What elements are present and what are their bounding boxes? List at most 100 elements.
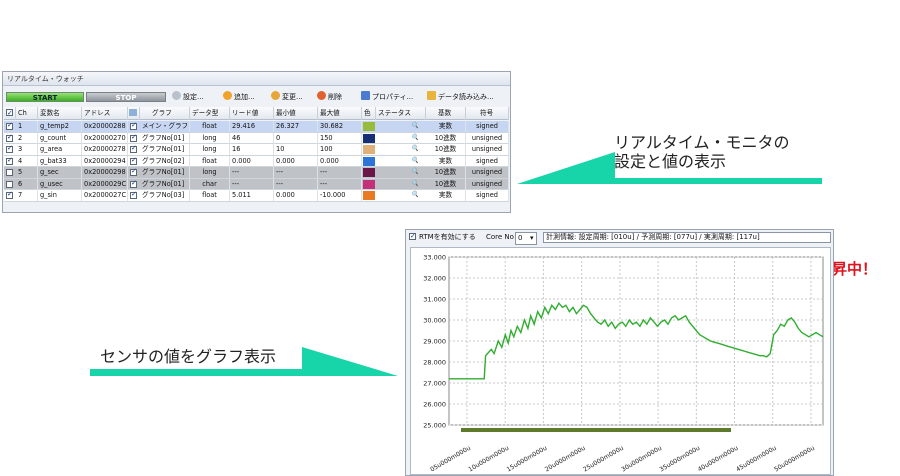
properties-button[interactable]: プロパティ... <box>361 91 413 104</box>
status-search-icon[interactable]: 🔍 <box>411 134 418 141</box>
cell-read: --- <box>230 178 274 190</box>
add-icon <box>223 91 232 100</box>
cell-var: g_bat33 <box>38 155 82 167</box>
row-enable-checkbox[interactable] <box>6 180 13 188</box>
import-data-button[interactable]: データ読み込み... <box>427 91 494 104</box>
cell-addr: 0x20000294 <box>82 155 128 167</box>
status-search-icon[interactable]: 🔍 <box>411 145 418 152</box>
color-swatch[interactable] <box>363 179 375 189</box>
color-swatch[interactable] <box>363 168 375 177</box>
color-swatch[interactable] <box>363 156 375 166</box>
table-row[interactable]: 1g_temp20x20000288 メイン・グラフfloat29.41626.3… <box>4 121 509 133</box>
add-button[interactable]: 追加... <box>223 91 255 104</box>
core-no-select[interactable]: 0 ▾ <box>515 232 537 245</box>
table-row[interactable]: 4g_bat330x20000294グラフNo[02]float0.0000.0… <box>4 155 509 167</box>
cell-var: g_sin <box>38 190 82 201</box>
table-row[interactable]: 6g_usec0x2000029CグラフNo[01]char---------1… <box>4 178 509 190</box>
cell-radix: 10進数 <box>426 167 466 178</box>
cell-sign: signed <box>466 121 509 132</box>
cell-radix: 実数 <box>426 190 466 201</box>
rtm-enable-toggle[interactable]: RTMを有効にする <box>409 231 476 243</box>
watch-toolbar: START STOP 設定... 追加... 変更... 削除 プロパティ...… <box>3 89 510 106</box>
row-graph-checkbox[interactable] <box>130 156 137 165</box>
header-status[interactable]: ステータス <box>376 107 426 120</box>
chevron-down-icon: ▾ <box>530 234 534 242</box>
color-swatch[interactable] <box>363 133 375 143</box>
select-all-checkbox[interactable] <box>6 107 13 120</box>
cell-min: 0.000 <box>274 155 318 167</box>
row-graph-checkbox[interactable] <box>130 190 137 199</box>
graph-icon <box>129 109 137 116</box>
table-row[interactable]: 3g_area0x20000278 グラフNo[01]long1610100 10進… <box>4 144 509 156</box>
cell-type: char <box>190 178 230 190</box>
row-enable-checkbox[interactable] <box>6 144 13 153</box>
row-enable-checkbox[interactable] <box>6 121 13 130</box>
header-max[interactable]: 最大値 <box>318 107 362 120</box>
row-graph-checkbox[interactable] <box>130 144 137 153</box>
cell-addr: 0x20000288 <box>82 121 128 132</box>
settings-button[interactable]: 設定... <box>172 91 204 104</box>
y-tick-label: 27.000 <box>423 380 446 388</box>
row-enable-checkbox[interactable] <box>6 133 13 142</box>
cell-var: g_count <box>38 132 82 144</box>
cell-sign: unsigned <box>466 132 509 144</box>
row-graph-checkbox[interactable] <box>130 179 137 188</box>
header-sign[interactable]: 符号 <box>466 107 509 120</box>
y-tick-label: 30.000 <box>423 317 446 325</box>
row-enable-checkbox[interactable] <box>6 190 13 199</box>
rtm-enable-checkbox[interactable] <box>409 231 416 242</box>
header-read[interactable]: リード値 <box>230 107 274 120</box>
cell-type: long <box>190 132 230 144</box>
cell-addr: 0x2000029C <box>84 178 128 190</box>
y-tick-label: 33.000 <box>423 254 446 262</box>
table-row[interactable]: 2g_count0x20000270 グラフNo[01]long460150 10進… <box>4 132 509 144</box>
cell-max: --- <box>318 167 362 178</box>
monitor-callout-arrow <box>517 152 822 184</box>
cell-ch: 6 <box>16 178 38 190</box>
cell-min: 0 <box>274 132 318 144</box>
cell-min: --- <box>274 167 318 178</box>
header-color[interactable]: 色 <box>362 107 376 120</box>
row-graph-checkbox[interactable] <box>130 133 137 142</box>
header-var[interactable]: 変数名 <box>38 107 82 120</box>
table-row[interactable]: 7g_sin0x2000027C グラフNo[03]float5.0110.000… <box>4 190 509 202</box>
row-enable-checkbox[interactable] <box>6 156 13 165</box>
folder-icon <box>427 91 436 100</box>
watch-table-header: Ch 変数名 アドレス グラフ データ型 リード値 最小値 最大値 色 ステータ… <box>4 107 509 120</box>
row-graph-checkbox[interactable] <box>130 121 137 130</box>
status-search-icon[interactable]: 🔍 <box>411 157 418 164</box>
header-min[interactable]: 最小値 <box>274 107 318 120</box>
cell-type: long <box>190 144 230 155</box>
graph-plot-area: 33.000 32.000 31.000 30.000 29.000 28.000 27.0… <box>410 247 831 475</box>
x-tick-label: 05u000m000u <box>429 445 472 474</box>
color-swatch[interactable] <box>363 145 375 154</box>
color-swatch[interactable] <box>363 191 375 200</box>
row-graph-checkbox[interactable] <box>130 167 137 176</box>
status-search-icon[interactable]: 🔍 <box>411 191 418 198</box>
header-type[interactable]: データ型 <box>190 107 230 120</box>
header-graph[interactable]: グラフ <box>140 107 190 120</box>
status-search-icon[interactable]: 🔍 <box>411 180 418 187</box>
color-swatch[interactable] <box>363 122 375 131</box>
row-enable-checkbox[interactable] <box>6 169 13 176</box>
stop-button[interactable]: STOP <box>86 92 166 102</box>
y-tick-label: 29.000 <box>423 338 446 346</box>
header-check[interactable] <box>4 107 16 120</box>
status-search-icon[interactable]: 🔍 <box>411 168 418 175</box>
change-button[interactable]: 変更... <box>271 91 303 104</box>
cell-read: --- <box>230 167 274 178</box>
table-row[interactable]: 5g_sec0x20000298グラフNo[01]long---------10… <box>4 167 509 179</box>
cell-radix: 10進数 <box>426 178 466 190</box>
cell-ch: 1 <box>16 121 38 132</box>
cell-radix: 10進数 <box>426 144 466 155</box>
measurement-info: 計測情報: 設定周期: [010u] / 予測周期: [077u] / 実測周期… <box>543 232 831 243</box>
status-search-icon[interactable]: 🔍 <box>411 122 418 129</box>
cell-graph: グラフNo[01] <box>140 144 190 155</box>
header-graph-check[interactable] <box>128 107 140 120</box>
start-button[interactable]: START <box>6 92 84 102</box>
cell-addr: 0x20000298 <box>82 167 128 178</box>
header-addr[interactable]: アドレス <box>82 107 128 120</box>
header-radix[interactable]: 基数 <box>426 107 466 120</box>
delete-button[interactable]: 削除 <box>317 91 342 104</box>
header-ch[interactable]: Ch <box>16 107 38 120</box>
